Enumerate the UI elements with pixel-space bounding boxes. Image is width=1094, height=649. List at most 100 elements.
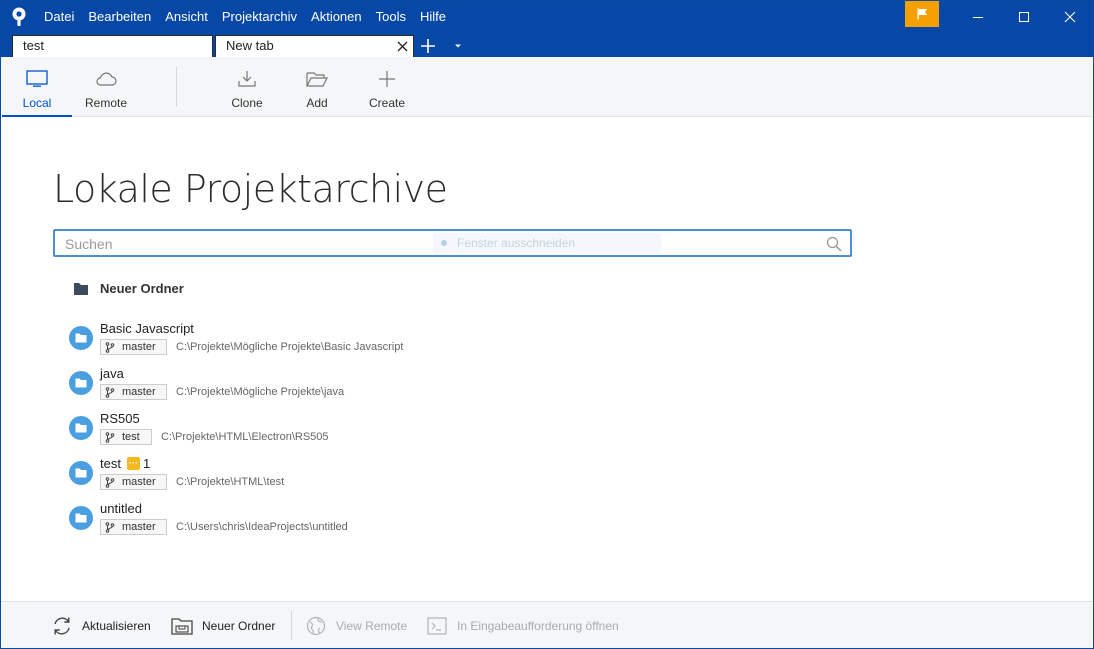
repo-folder-icon <box>69 506 93 530</box>
view-remote-button[interactable]: View Remote <box>305 602 407 648</box>
minimize-icon <box>973 17 983 18</box>
menu-hilfe[interactable]: Hilfe <box>413 1 453 33</box>
menu-tools[interactable]: Tools <box>369 1 413 33</box>
close-window-button[interactable] <box>1047 1 1093 33</box>
repo-folder-icon <box>69 416 93 440</box>
page-title: Lokale Projektarchive <box>53 167 448 211</box>
repo-name: untitled <box>100 501 142 516</box>
download-icon <box>237 67 257 91</box>
repo-name: RS505 <box>100 411 140 426</box>
branch-badge: master <box>100 474 167 490</box>
minimize-button[interactable] <box>955 1 1001 33</box>
repo-name: Basic Javascript <box>100 321 194 336</box>
refresh-button[interactable]: Aktualisieren <box>51 602 151 648</box>
notification-flag-button[interactable] <box>905 1 939 27</box>
branch-badge: test <box>100 429 152 445</box>
cloud-icon <box>95 67 117 91</box>
changes-count: 1 <box>142 456 151 471</box>
overlay-text: Fenster ausschneiden <box>457 236 576 250</box>
remote-label: Remote <box>84 96 128 110</box>
local-label: Local <box>22 96 52 110</box>
create-button[interactable]: Create <box>352 57 422 117</box>
repo-name-row: java <box>100 366 124 381</box>
tab-test[interactable]: test <box>12 35 213 57</box>
branch-icon <box>104 386 116 398</box>
repo-path: C:\Projekte\HTML\test <box>176 476 285 488</box>
globe-icon <box>305 615 327 637</box>
open-folder-icon <box>306 67 328 91</box>
repo-item-untitled[interactable]: untitled master C:\Users\chris\IdeaProje… <box>69 501 669 542</box>
menu-datei[interactable]: Datei <box>37 1 81 33</box>
branch-icon <box>104 476 116 488</box>
local-button[interactable]: Local <box>2 57 72 117</box>
repo-name-row: RS505 <box>100 411 140 426</box>
repo-name-row: test ··· 1 <box>100 456 150 471</box>
branch-name: master <box>122 476 156 488</box>
terminal-icon <box>426 615 448 637</box>
repo-folder-icon <box>69 461 93 485</box>
new-folder-button[interactable]: Neuer Ordner <box>171 602 276 648</box>
close-icon <box>1064 11 1076 23</box>
tab-list-dropdown-icon[interactable] <box>451 39 465 53</box>
repo-item-test[interactable]: test ··· 1 master C:\Projekte\HTML\test <box>69 456 669 497</box>
repo-path: C:\Projekte\Mögliche Projekte\java <box>176 386 345 398</box>
repo-item-rs505[interactable]: RS505 test C:\Projekte\HTML\Electron\RS5… <box>69 411 669 452</box>
branch-icon <box>104 521 116 533</box>
menu-ansicht[interactable]: Ansicht <box>158 1 215 33</box>
repo-name: test <box>100 456 121 471</box>
tab-label: test <box>23 38 44 53</box>
add-label: Add <box>306 96 328 110</box>
menu-aktionen[interactable]: Aktionen <box>304 1 369 33</box>
repo-folder-icon <box>69 371 93 395</box>
toolbar: Local Remote Clone Add Create <box>1 57 1093 117</box>
tab-close-icon[interactable] <box>395 39 409 53</box>
tab-new-tab[interactable]: New tab <box>215 35 414 57</box>
add-button[interactable]: Add <box>282 57 352 117</box>
menu-bearbeiten[interactable]: Bearbeiten <box>81 1 158 33</box>
footer-bar: Aktualisieren Neuer Ordner View Remote I… <box>1 601 1093 648</box>
new-folder-label: Neuer Ordner <box>202 618 276 633</box>
branch-name: master <box>122 341 156 353</box>
new-folder-icon <box>171 615 193 637</box>
branch-icon <box>104 341 116 353</box>
overlay-dot-icon <box>441 240 447 246</box>
maximize-button[interactable] <box>1001 1 1047 33</box>
more-dots-icon: ··· <box>126 457 140 470</box>
folder-group[interactable]: Neuer Ordner <box>73 281 184 296</box>
repo-folder-icon <box>69 326 93 350</box>
remote-button[interactable]: Remote <box>71 57 141 117</box>
add-tab-icon[interactable] <box>419 37 437 55</box>
branch-icon <box>104 431 116 443</box>
app-window: Datei Bearbeiten Ansicht Projektarchiv A… <box>0 0 1094 649</box>
refresh-icon <box>51 615 73 637</box>
repo-path: C:\Projekte\Mögliche Projekte\Basic Java… <box>176 341 404 353</box>
repo-name-row: untitled <box>100 501 142 516</box>
clone-button[interactable]: Clone <box>212 57 282 117</box>
snipping-overlay: Fenster ausschneiden <box>433 233 661 253</box>
menu-bar: Datei Bearbeiten Ansicht Projektarchiv A… <box>37 1 453 33</box>
create-label: Create <box>368 96 406 110</box>
refresh-label: Aktualisieren <box>82 618 151 633</box>
monitor-icon <box>26 67 48 91</box>
repo-name-row: Basic Javascript <box>100 321 194 336</box>
footer-divider <box>291 611 292 640</box>
branch-name: master <box>122 386 156 398</box>
title-bar: Datei Bearbeiten Ansicht Projektarchiv A… <box>1 1 1093 33</box>
maximize-icon <box>1019 12 1029 22</box>
branch-badge: master <box>100 339 167 355</box>
toolbar-divider <box>176 67 177 107</box>
branch-name: master <box>122 521 156 533</box>
repo-name: java <box>100 366 124 381</box>
branch-badge: master <box>100 384 167 400</box>
tab-label: New tab <box>226 38 274 53</box>
open-terminal-label: In Eingabeaufforderung öffnen <box>457 618 619 633</box>
folder-icon <box>74 282 88 295</box>
branch-name: test <box>122 431 140 443</box>
repo-path: C:\Projekte\HTML\Electron\RS505 <box>161 431 329 443</box>
repo-item-java[interactable]: java master C:\Projekte\Mögliche Projekt… <box>69 366 669 407</box>
group-label: Neuer Ordner <box>100 281 184 296</box>
repo-item-basic-javascript[interactable]: Basic Javascript master C:\Projekte\Mögl… <box>69 321 669 362</box>
search-box: Fenster ausschneiden <box>53 229 852 257</box>
menu-projektarchiv[interactable]: Projektarchiv <box>215 1 304 33</box>
open-terminal-button[interactable]: In Eingabeaufforderung öffnen <box>426 602 619 648</box>
